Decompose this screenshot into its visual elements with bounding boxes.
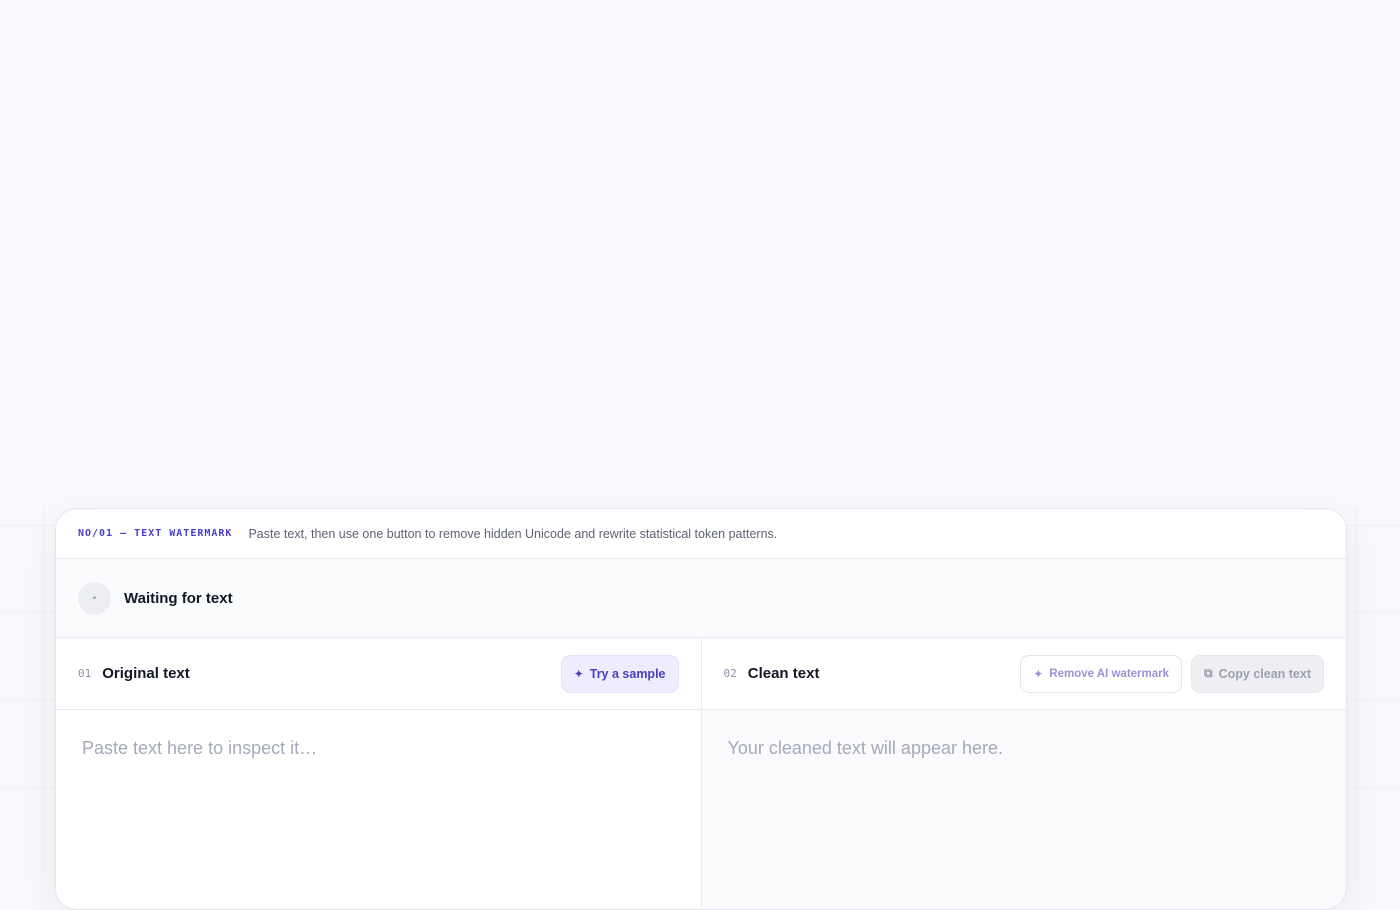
- try-sample-label: Try a sample: [589, 666, 666, 681]
- watermark-tool-card: NO/01 — TEXT WATERMARK Paste text, then …: [55, 508, 1347, 910]
- bg-grid-line: [1356, 508, 1357, 875]
- pane-number: 02: [723, 667, 737, 680]
- remove-watermark-label: Remove AI watermark: [1049, 667, 1170, 680]
- sparkle-icon: ✦: [573, 666, 584, 681]
- tool-header: NO/01 — TEXT WATERMARK Paste text, then …: [56, 509, 1346, 559]
- status-text: Waiting for text: [124, 589, 233, 607]
- copy-clean-text-label: Copy clean text: [1218, 666, 1311, 681]
- original-text-input[interactable]: [82, 738, 675, 868]
- clean-pane-header: 02 Clean text ✦ Remove AI watermark ⧉ Co…: [701, 638, 1346, 710]
- tool-description: Paste text, then use one button to remov…: [248, 526, 778, 541]
- sparkle-icon: ✦: [1033, 666, 1044, 681]
- tool-eyebrow: NO/01 — TEXT WATERMARK: [78, 528, 233, 539]
- clean-text-output: Your cleaned text will appear here.: [727, 738, 1004, 758]
- bg-grid-line: [43, 508, 44, 875]
- status-dot-icon: •: [78, 581, 111, 615]
- try-sample-button[interactable]: ✦ Try a sample: [560, 654, 679, 693]
- copy-icon: ⧉: [1204, 666, 1213, 680]
- copy-clean-text-button[interactable]: ⧉ Copy clean text: [1191, 654, 1324, 693]
- status-bar: • Waiting for text: [56, 559, 1346, 638]
- editor-panes: 01 Original text ✦ Try a sample 02 Clean…: [56, 638, 1346, 908]
- pane-number: 01: [78, 667, 92, 680]
- remove-watermark-button[interactable]: ✦ Remove AI watermark: [1020, 654, 1183, 693]
- clean-text-pane: 02 Clean text ✦ Remove AI watermark ⧉ Co…: [701, 638, 1346, 908]
- pane-title: Clean text: [747, 665, 820, 682]
- pane-title: Original text: [102, 665, 190, 682]
- original-pane-header: 01 Original text ✦ Try a sample: [56, 638, 701, 710]
- original-text-pane: 01 Original text ✦ Try a sample: [56, 638, 702, 908]
